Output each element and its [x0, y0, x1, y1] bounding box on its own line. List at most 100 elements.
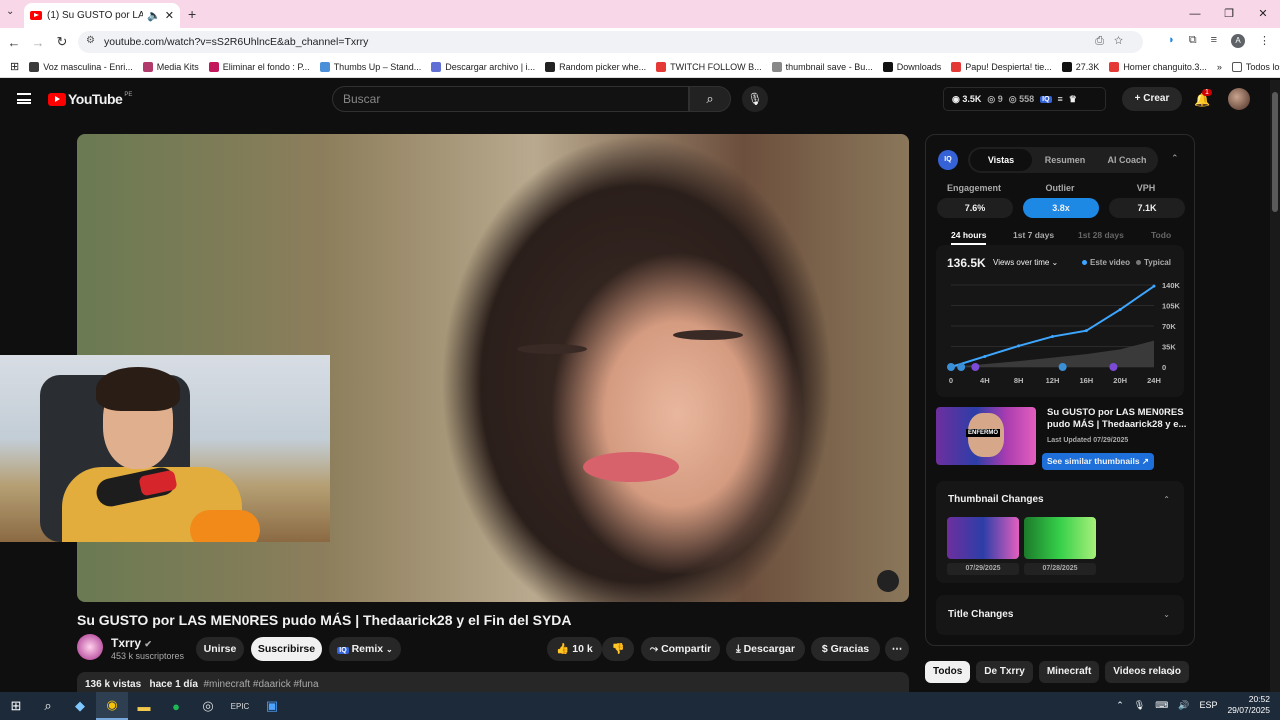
- channel-avatar[interactable]: [77, 634, 103, 660]
- channel-watermark-icon[interactable]: [877, 570, 899, 592]
- volume-icon[interactable]: 🔊: [1178, 700, 1189, 711]
- chip-minecraft[interactable]: Minecraft: [1038, 661, 1100, 683]
- vidiq-stats[interactable]: ◉ 3.5K ◎ 9 ◎ 558 IQ ≡ ♛: [943, 87, 1106, 111]
- trophy-icon[interactable]: ♛: [1069, 94, 1077, 105]
- bookmark-item[interactable]: Eliminar el fondo : P...: [208, 61, 310, 72]
- join-button[interactable]: Unirse: [196, 637, 244, 661]
- event-marker-icon[interactable]: [1058, 363, 1067, 371]
- search-button[interactable]: ⌕: [689, 86, 731, 112]
- page-scrollbar[interactable]: [1270, 80, 1280, 692]
- video-thumbnail[interactable]: ENFERMO: [936, 407, 1036, 465]
- chevron-up-icon[interactable]: ⌃: [1163, 495, 1170, 504]
- event-marker-icon[interactable]: [971, 363, 980, 371]
- range-7d[interactable]: 1st 7 days: [1013, 230, 1054, 240]
- channel-name[interactable]: Txrry ✔: [111, 636, 152, 650]
- reload-icon[interactable]: ↻: [50, 34, 74, 50]
- puzzle-icon[interactable]: ⧉: [1189, 34, 1197, 48]
- mic-icon[interactable]: 🎙: [1134, 700, 1145, 711]
- bookmark-item[interactable]: Media Kits: [142, 61, 199, 72]
- bookmark-item[interactable]: Descargar archivo | i...: [431, 61, 535, 72]
- tab-ai-coach[interactable]: AI Coach: [1096, 147, 1158, 173]
- bookmark-item[interactable]: Papu! Despierta! tie...: [951, 61, 1052, 72]
- chevron-right-icon[interactable]: ›: [1170, 665, 1174, 679]
- close-window-icon[interactable]: ✕: [1246, 0, 1280, 28]
- range-24h[interactable]: 24 hours: [951, 230, 987, 245]
- extension-icon[interactable]: ◗: [1168, 34, 1175, 48]
- bookmark-item[interactable]: Thumbs Up – Stand...: [319, 61, 421, 72]
- thanks-button[interactable]: $ Gracias: [811, 637, 880, 661]
- media-icon[interactable]: ≡: [1211, 34, 1217, 48]
- forward-icon[interactable]: →: [26, 35, 50, 50]
- metric-vph[interactable]: 7.1K: [1109, 198, 1185, 218]
- browser-tab-active[interactable]: (1) Su GUSTO por LAS MEN0 🔈 ✕: [24, 3, 180, 28]
- chrome-icon[interactable]: ◉: [96, 692, 128, 720]
- chip-channel[interactable]: De Txrry: [976, 661, 1033, 683]
- thumbnail-change-1[interactable]: [947, 517, 1019, 559]
- more-actions-button[interactable]: ⋯: [885, 637, 909, 661]
- search-input[interactable]: Buscar: [332, 86, 689, 112]
- thumbnail-change-2[interactable]: [1024, 517, 1096, 559]
- hashtags[interactable]: #minecraft #daarick #funa: [203, 679, 318, 690]
- minimize-icon[interactable]: —: [1178, 0, 1212, 28]
- list-icon[interactable]: ≡: [1058, 94, 1063, 104]
- chip-related[interactable]: Videos relacio: [1105, 661, 1189, 683]
- bookmark-item[interactable]: Downloads: [882, 61, 941, 72]
- dislike-button[interactable]: 👎: [602, 637, 634, 661]
- event-marker-icon[interactable]: [947, 363, 955, 371]
- bookmark-item[interactable]: Homer changuito.3...: [1109, 61, 1207, 72]
- metric-engagement[interactable]: 7.6%: [937, 198, 1013, 218]
- bookmark-item[interactable]: TWITCH FOLLOW B...: [656, 61, 762, 72]
- copilot-icon[interactable]: ◆: [64, 692, 96, 720]
- scrollbar-thumb[interactable]: [1272, 92, 1278, 212]
- user-avatar[interactable]: [1228, 88, 1250, 110]
- all-favorites[interactable]: Todos los favoritos: [1231, 61, 1280, 72]
- range-all[interactable]: Todo: [1151, 230, 1171, 240]
- event-marker-icon[interactable]: [957, 363, 966, 371]
- remix-button[interactable]: IQ Remix ⌄: [329, 637, 401, 661]
- new-tab-icon[interactable]: +: [188, 6, 196, 22]
- voice-search-icon[interactable]: 🎙: [742, 86, 768, 112]
- url-input[interactable]: ⚙ youtube.com/watch?v=sS2R6UhlncE&ab_cha…: [78, 31, 1143, 53]
- profile-avatar[interactable]: A: [1231, 34, 1245, 48]
- apps-icon[interactable]: ⊞: [10, 60, 19, 73]
- spotify-icon[interactable]: ●: [160, 692, 192, 720]
- subscribe-button[interactable]: Suscribirse: [251, 637, 322, 661]
- title-changes-card[interactable]: Title Changes ⌄: [936, 595, 1184, 635]
- windows-start-icon[interactable]: ⊞: [0, 692, 32, 720]
- site-info-icon[interactable]: ⚙: [86, 35, 95, 46]
- back-icon[interactable]: ←: [2, 35, 26, 50]
- obs-icon[interactable]: ◎: [192, 692, 224, 720]
- install-bookmark-icons[interactable]: ⎙☆: [1095, 35, 1133, 48]
- share-button[interactable]: ⤳ Compartir: [641, 637, 720, 661]
- tab-search-icon[interactable]: ⌄: [6, 6, 14, 17]
- like-button[interactable]: 👍 10 k: [547, 637, 602, 661]
- chevron-down-icon[interactable]: ⌄: [1163, 610, 1170, 619]
- metric-outlier[interactable]: 3.8x: [1023, 198, 1099, 218]
- bookmark-item[interactable]: 27.3K: [1061, 61, 1099, 72]
- youtube-logo[interactable]: YouTube PE: [48, 91, 132, 107]
- chevron-up-icon[interactable]: ⌃: [1171, 153, 1179, 164]
- bookmark-item[interactable]: Voz masculina - Enri...: [29, 61, 133, 72]
- app-icon[interactable]: ▣: [256, 692, 288, 720]
- menu-icon[interactable]: [17, 93, 31, 104]
- speaker-icon[interactable]: 🔈: [147, 9, 161, 22]
- network-icon[interactable]: ⌨: [1155, 700, 1168, 711]
- file-explorer-icon[interactable]: ▬: [128, 692, 160, 720]
- create-button[interactable]: + Crear: [1122, 87, 1182, 111]
- clock[interactable]: 20:52 29/07/2025: [1227, 694, 1270, 716]
- event-marker-icon[interactable]: [1109, 363, 1118, 371]
- more-bookmarks-icon[interactable]: »: [1217, 62, 1222, 72]
- epic-games-icon[interactable]: EPIC: [224, 692, 256, 720]
- restore-icon[interactable]: ❐: [1212, 0, 1246, 28]
- tab-resumen[interactable]: Resumen: [1034, 147, 1096, 173]
- similar-thumbnails-button[interactable]: See similar thumbnails ↗: [1042, 453, 1154, 470]
- language-indicator[interactable]: ESP: [1199, 700, 1217, 710]
- download-button[interactable]: ⤓ Descargar: [726, 637, 805, 661]
- search-icon[interactable]: ⌕: [32, 692, 64, 720]
- range-28d[interactable]: 1st 28 days: [1078, 230, 1124, 240]
- tab-vistas[interactable]: Vistas: [970, 149, 1032, 171]
- tray-chevron-icon[interactable]: ⌃: [1116, 700, 1124, 711]
- chip-all[interactable]: Todos: [925, 661, 971, 683]
- menu-dots-icon[interactable]: ⋮: [1259, 34, 1270, 48]
- close-tab-icon[interactable]: ✕: [165, 9, 174, 22]
